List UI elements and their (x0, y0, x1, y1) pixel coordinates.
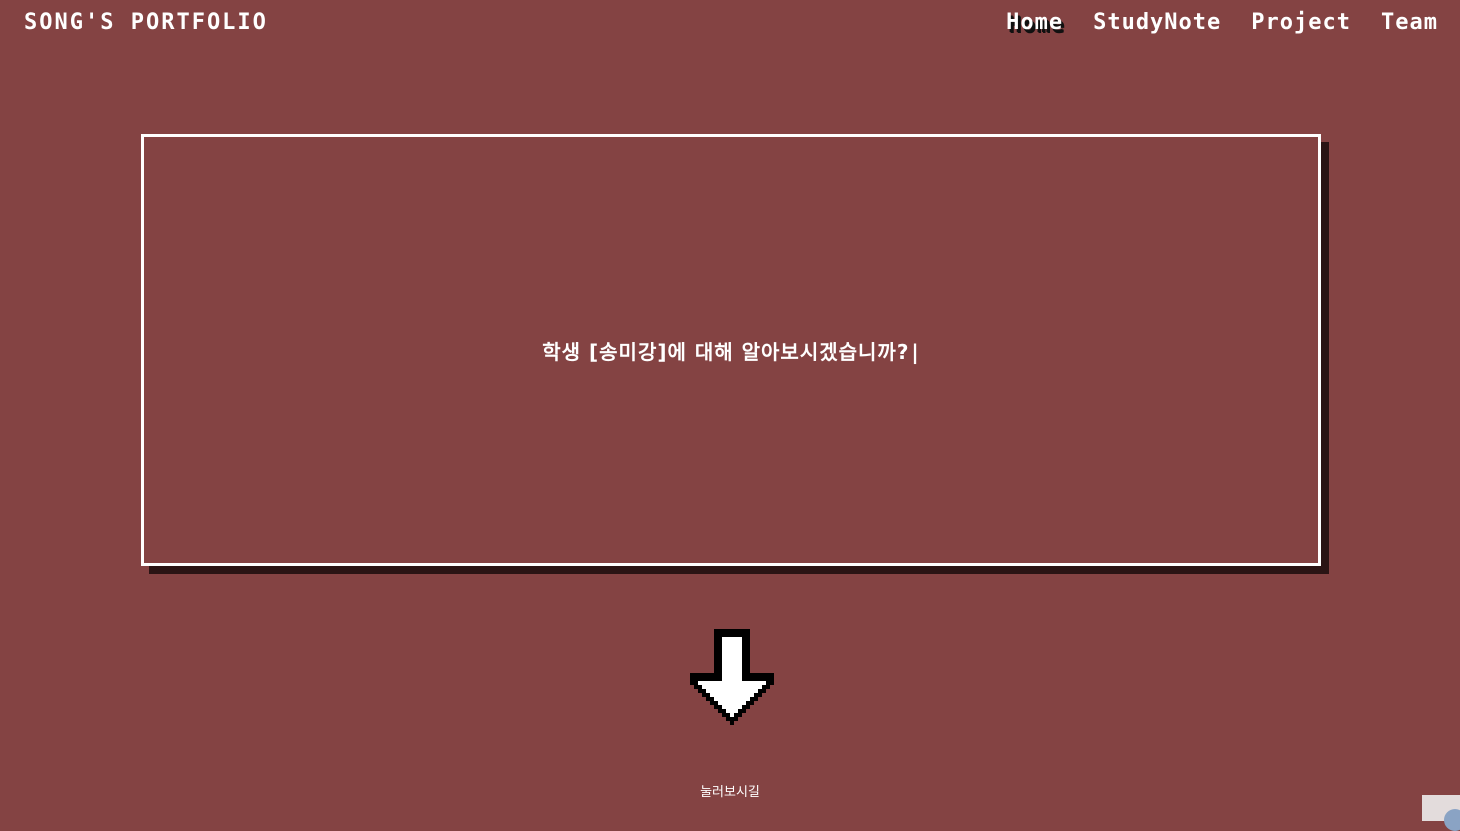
main-nav: Home StudyNote Project Team (1006, 10, 1438, 36)
nav-team-link[interactable]: Team (1381, 10, 1438, 36)
nav-home-link[interactable]: Home (1006, 10, 1063, 36)
nav-studynote-link[interactable]: StudyNote (1093, 10, 1221, 36)
intro-text: 학생 [송미강]에 대해 알아보시겠습니까? | (542, 336, 919, 365)
top-navbar: SONG'S PORTFOLIO Home StudyNote Project … (0, 0, 1460, 50)
scroll-hint-text: 눌러보시길 (700, 785, 760, 800)
intro-question: 학생 [송미강]에 대해 알아보시겠습니까? (542, 339, 910, 364)
corner-dot (1444, 809, 1460, 831)
typing-cursor: | (911, 339, 920, 364)
intro-box: 학생 [송미강]에 대해 알아보시겠습니까? | (141, 134, 1321, 566)
arrow-down-icon[interactable] (690, 628, 774, 726)
nav-project-link[interactable]: Project (1251, 10, 1351, 36)
site-logo-text[interactable]: SONG'S PORTFOLIO (24, 10, 268, 36)
corner-widget[interactable] (1422, 795, 1460, 831)
